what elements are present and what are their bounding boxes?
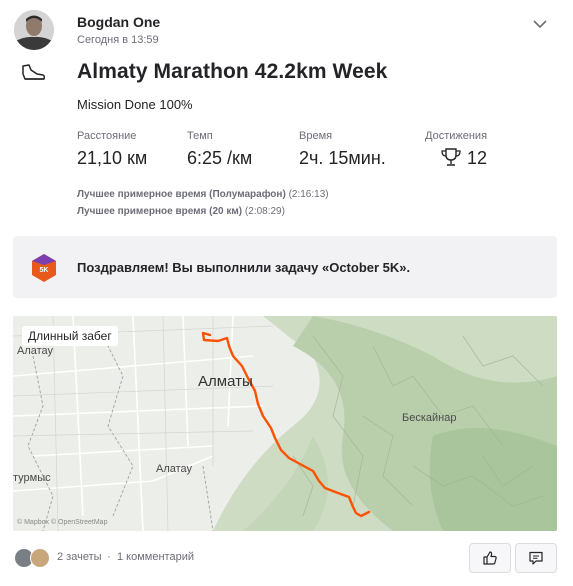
stat-achievements-value[interactable]: 12 bbox=[467, 148, 487, 169]
stat-distance-value: 21,10 км bbox=[77, 148, 148, 168]
athlete-name[interactable]: Bogdan One bbox=[77, 14, 160, 30]
map-attribution[interactable]: © Mapbox © OpenStreetMap bbox=[17, 519, 107, 526]
best-effort-label: Лучшее примерное время (Полумарафон) bbox=[77, 189, 286, 200]
best-effort-row: Лучшее примерное время (Полумарафон) (2:… bbox=[77, 189, 329, 200]
route-map[interactable]: Длинный забег Алматы Алатау Бескайнар ту… bbox=[13, 316, 557, 531]
comments-count-link[interactable]: 1 комментарий bbox=[117, 551, 194, 563]
map-label-city: Алматы bbox=[198, 373, 253, 390]
stat-time-label: Время bbox=[299, 130, 333, 142]
challenge-badge-icon: 5K bbox=[31, 253, 57, 288]
map-label-turmys: турмыс bbox=[13, 472, 51, 484]
challenge-banner[interactable]: 5K Поздравляем! Вы выполнили задачу «Oct… bbox=[13, 236, 557, 298]
activity-title[interactable]: Almaty Marathon 42.2km Week bbox=[77, 60, 387, 84]
chevron-down-icon[interactable] bbox=[530, 14, 550, 34]
thumbs-up-icon bbox=[483, 551, 497, 565]
map-label-alatau-south: Алатау bbox=[156, 463, 193, 475]
best-effort-label: Лучшее примерное время (20 км) bbox=[77, 206, 243, 217]
best-effort-row: Лучшее примерное время (20 км) (2:08:29) bbox=[77, 206, 285, 217]
stat-pace-label: Темп bbox=[187, 130, 213, 142]
stat-time-value: 2ч. 15мин. bbox=[299, 148, 386, 168]
trophy-icon bbox=[440, 146, 462, 173]
kudo-avatar[interactable] bbox=[30, 548, 50, 568]
footer-separator: · bbox=[107, 551, 111, 563]
running-shoe-icon bbox=[20, 62, 46, 84]
stat-pace-value: 6:25 /км bbox=[187, 148, 253, 168]
challenge-message: Поздравляем! Вы выполнили задачу «Octobe… bbox=[77, 260, 411, 275]
stat-distance-label: Расстояние bbox=[77, 130, 137, 142]
comment-button[interactable] bbox=[515, 543, 557, 573]
activity-type-badge: Длинный забег bbox=[22, 326, 118, 346]
best-effort-value: (2:08:29) bbox=[244, 206, 285, 217]
comment-icon bbox=[529, 551, 543, 565]
best-effort-value: (2:16:13) bbox=[288, 189, 329, 200]
give-kudos-button[interactable] bbox=[469, 543, 511, 573]
map-label-beskainar: Бескайнар bbox=[402, 412, 457, 424]
activity-timestamp: Сегодня в 13:59 bbox=[77, 34, 159, 46]
challenge-badge-text: 5K bbox=[40, 267, 49, 274]
activity-description: Mission Done 100% bbox=[77, 97, 193, 112]
stat-achievements-label: Достижения bbox=[425, 130, 488, 142]
map-label-alatau: Алатау bbox=[17, 345, 54, 357]
kudos-count-link[interactable]: 2 зачеты bbox=[57, 551, 102, 563]
athlete-avatar[interactable] bbox=[14, 10, 54, 50]
